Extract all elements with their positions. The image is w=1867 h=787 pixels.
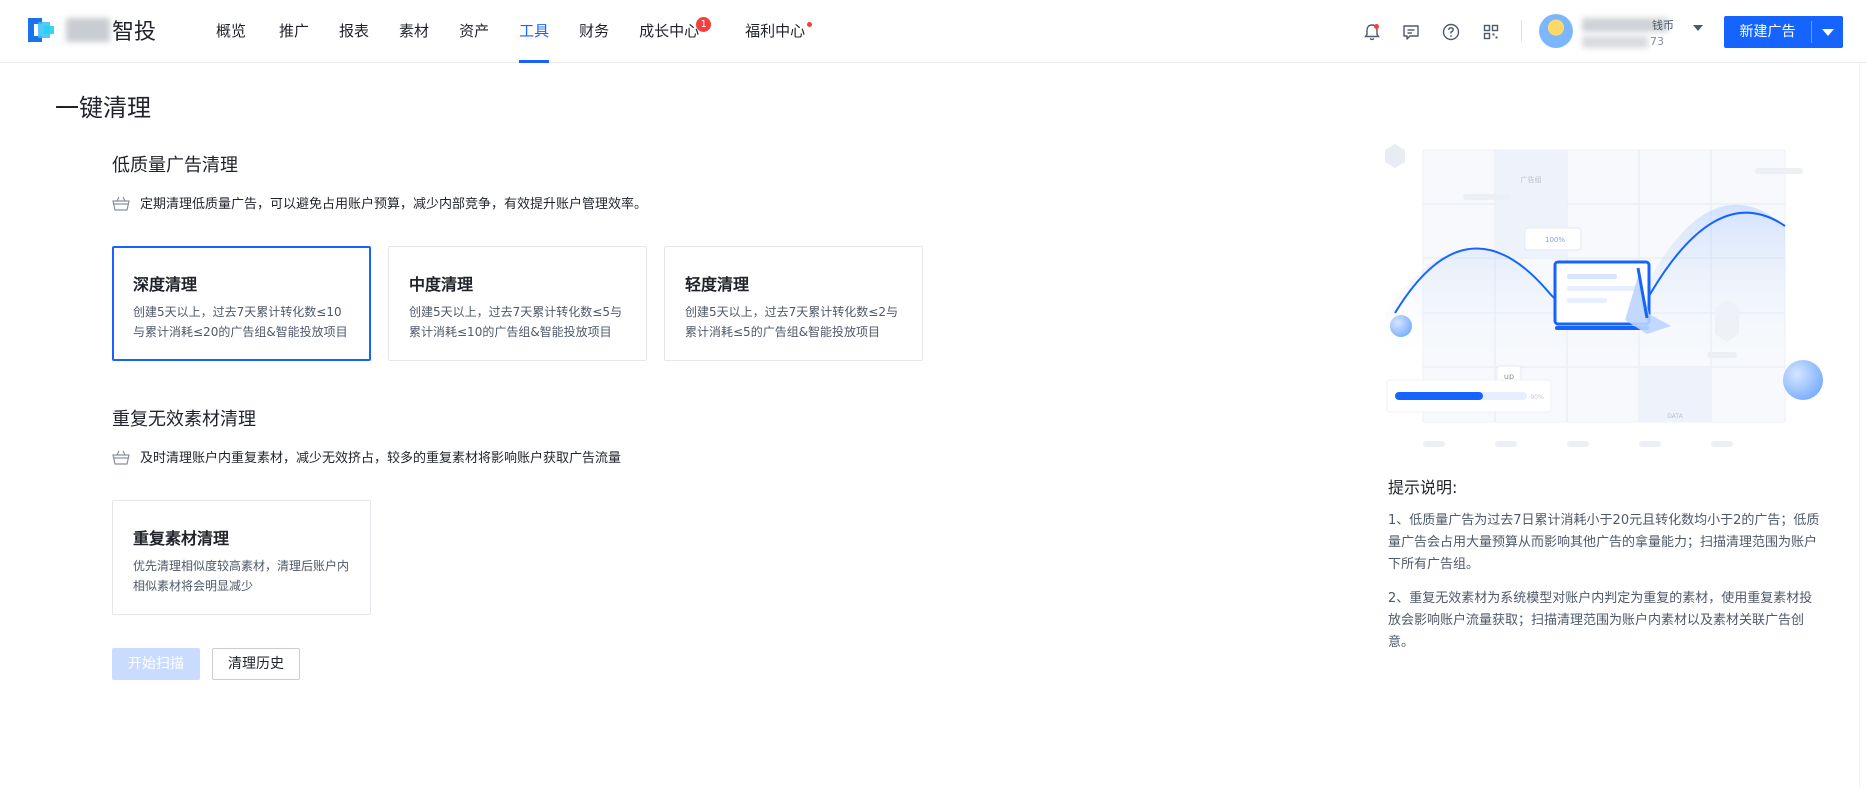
tip-item-1: 1、低质量广告为过去7日累计消耗小于20元且转化数均小于2的广告；低质量广告会占… bbox=[1388, 513, 1820, 572]
brand-logo-icon bbox=[28, 18, 54, 42]
nav-item-benefits-center[interactable]: 福利中心 bbox=[745, 0, 813, 63]
notification-badge: 1 bbox=[696, 17, 712, 32]
brand-name: 智投 bbox=[66, 14, 156, 46]
card-title: 重复素材清理 bbox=[133, 529, 230, 548]
new-ad-dropdown-button[interactable] bbox=[1812, 16, 1843, 48]
basket-icon bbox=[112, 450, 130, 465]
message-icon[interactable] bbox=[1401, 22, 1421, 42]
illus-label-data: DATA bbox=[1667, 413, 1683, 420]
clean-history-button[interactable]: 清理历史 bbox=[212, 648, 300, 680]
nav-item-overview[interactable]: 概览 bbox=[216, 0, 246, 63]
bell-icon[interactable] bbox=[1362, 22, 1382, 42]
nav-item-tools[interactable]: 工具 bbox=[519, 0, 550, 63]
chevron-down-icon bbox=[1821, 28, 1834, 36]
cleanup-illustration: 广告组 100% up 90% DATA bbox=[1385, 144, 1823, 447]
tip-item-2: 2、重复无效素材为系统模型对账户内判定为重复的素材，使用重复素材投放会影响账户流… bbox=[1388, 591, 1813, 650]
tips-title: 提示说明: bbox=[1388, 478, 1458, 497]
nav-item-promotion[interactable]: 推广 bbox=[279, 0, 309, 63]
page-scrollbar[interactable] bbox=[1858, 63, 1867, 787]
card-title: 深度清理 bbox=[133, 275, 198, 294]
nav-item-growth-center[interactable]: 成长中心 1 bbox=[639, 0, 712, 63]
avatar[interactable] bbox=[1539, 14, 1573, 48]
card-title: 轻度清理 bbox=[685, 275, 750, 294]
illus-label-pct: 100% bbox=[1545, 236, 1565, 244]
nav-item-assets[interactable]: 资产 bbox=[459, 0, 489, 63]
apps-grid-icon[interactable] bbox=[1481, 22, 1501, 42]
nav-item-finance[interactable]: 财务 bbox=[579, 0, 609, 63]
brand-name-redacted bbox=[66, 18, 110, 42]
low-quality-section-desc: 定期清理低质量广告，可以避免占用账户预算，减少内部竞争，有效提升账户管理效率。 bbox=[112, 193, 647, 212]
account-dropdown-caret[interactable] bbox=[1693, 25, 1703, 31]
top-navigation-bar: 智投 概览 推广 报表 素材 资产 工具 财务 成长中心 1 福利中心 钱币 7… bbox=[0, 0, 1867, 63]
card-desc: 优先清理相似度较高素材，清理后账户内相似素材将会明显减少 bbox=[133, 559, 350, 593]
card-title: 中度清理 bbox=[409, 275, 474, 294]
start-scan-button[interactable]: 开始扫描 bbox=[112, 648, 200, 680]
nav-item-reports[interactable]: 报表 bbox=[339, 0, 369, 63]
card-desc: 创建5天以上，过去7天累计转化数≤2与累计消耗≤5的广告组&智能投放项目 bbox=[685, 305, 898, 339]
card-desc: 创建5天以上，过去7天累计转化数≤10与累计消耗≤20的广告组&智能投放项目 bbox=[133, 305, 348, 339]
medium-clean-card[interactable]: 中度清理 创建5天以上，过去7天累计转化数≤5与累计消耗≤10的广告组&智能投放… bbox=[388, 246, 647, 361]
nav-item-materials[interactable]: 素材 bbox=[399, 0, 429, 63]
duplicate-section-title: 重复无效素材清理 bbox=[112, 409, 256, 430]
light-clean-card[interactable]: 轻度清理 创建5天以上，过去7天累计转化数≤2与累计消耗≤5的广告组&智能投放项… bbox=[664, 246, 923, 361]
main-nav: 概览 推广 报表 素材 资产 工具 财务 成长中心 1 福利中心 bbox=[200, 0, 813, 63]
illus-label-top: 广告组 bbox=[1521, 175, 1542, 184]
account-id-suffix: 73 bbox=[1650, 35, 1664, 48]
low-quality-section-title: 低质量广告清理 bbox=[112, 155, 238, 176]
basket-icon bbox=[112, 196, 130, 211]
card-desc: 创建5天以上，过去7天累计转化数≤5与累计消耗≤10的广告组&智能投放项目 bbox=[409, 305, 622, 339]
duplicate-material-clean-card[interactable]: 重复素材清理 优先清理相似度较高素材，清理后账户内相似素材将会明显减少 bbox=[112, 500, 371, 615]
page-title: 一键清理 bbox=[55, 94, 151, 122]
new-ad-split-button: 新建广告 bbox=[1724, 16, 1843, 48]
duplicate-section-desc: 及时清理账户内重复素材，减少无效挤占，较多的重复素材将影响账户获取广告流量 bbox=[112, 447, 621, 466]
help-icon[interactable] bbox=[1441, 22, 1461, 42]
deep-clean-card[interactable]: 深度清理 创建5天以上，过去7天累计转化数≤10与累计消耗≤20的广告组&智能投… bbox=[112, 246, 371, 361]
illus-label-bar: 90% bbox=[1530, 394, 1544, 401]
new-ad-button[interactable]: 新建广告 bbox=[1724, 16, 1811, 48]
brand-logo[interactable]: 智投 bbox=[22, 14, 156, 46]
account-name-suffix: 钱币 bbox=[1652, 19, 1674, 32]
red-dot-indicator bbox=[807, 22, 813, 27]
header-divider bbox=[1521, 20, 1522, 42]
account-id-redacted bbox=[1582, 36, 1648, 48]
